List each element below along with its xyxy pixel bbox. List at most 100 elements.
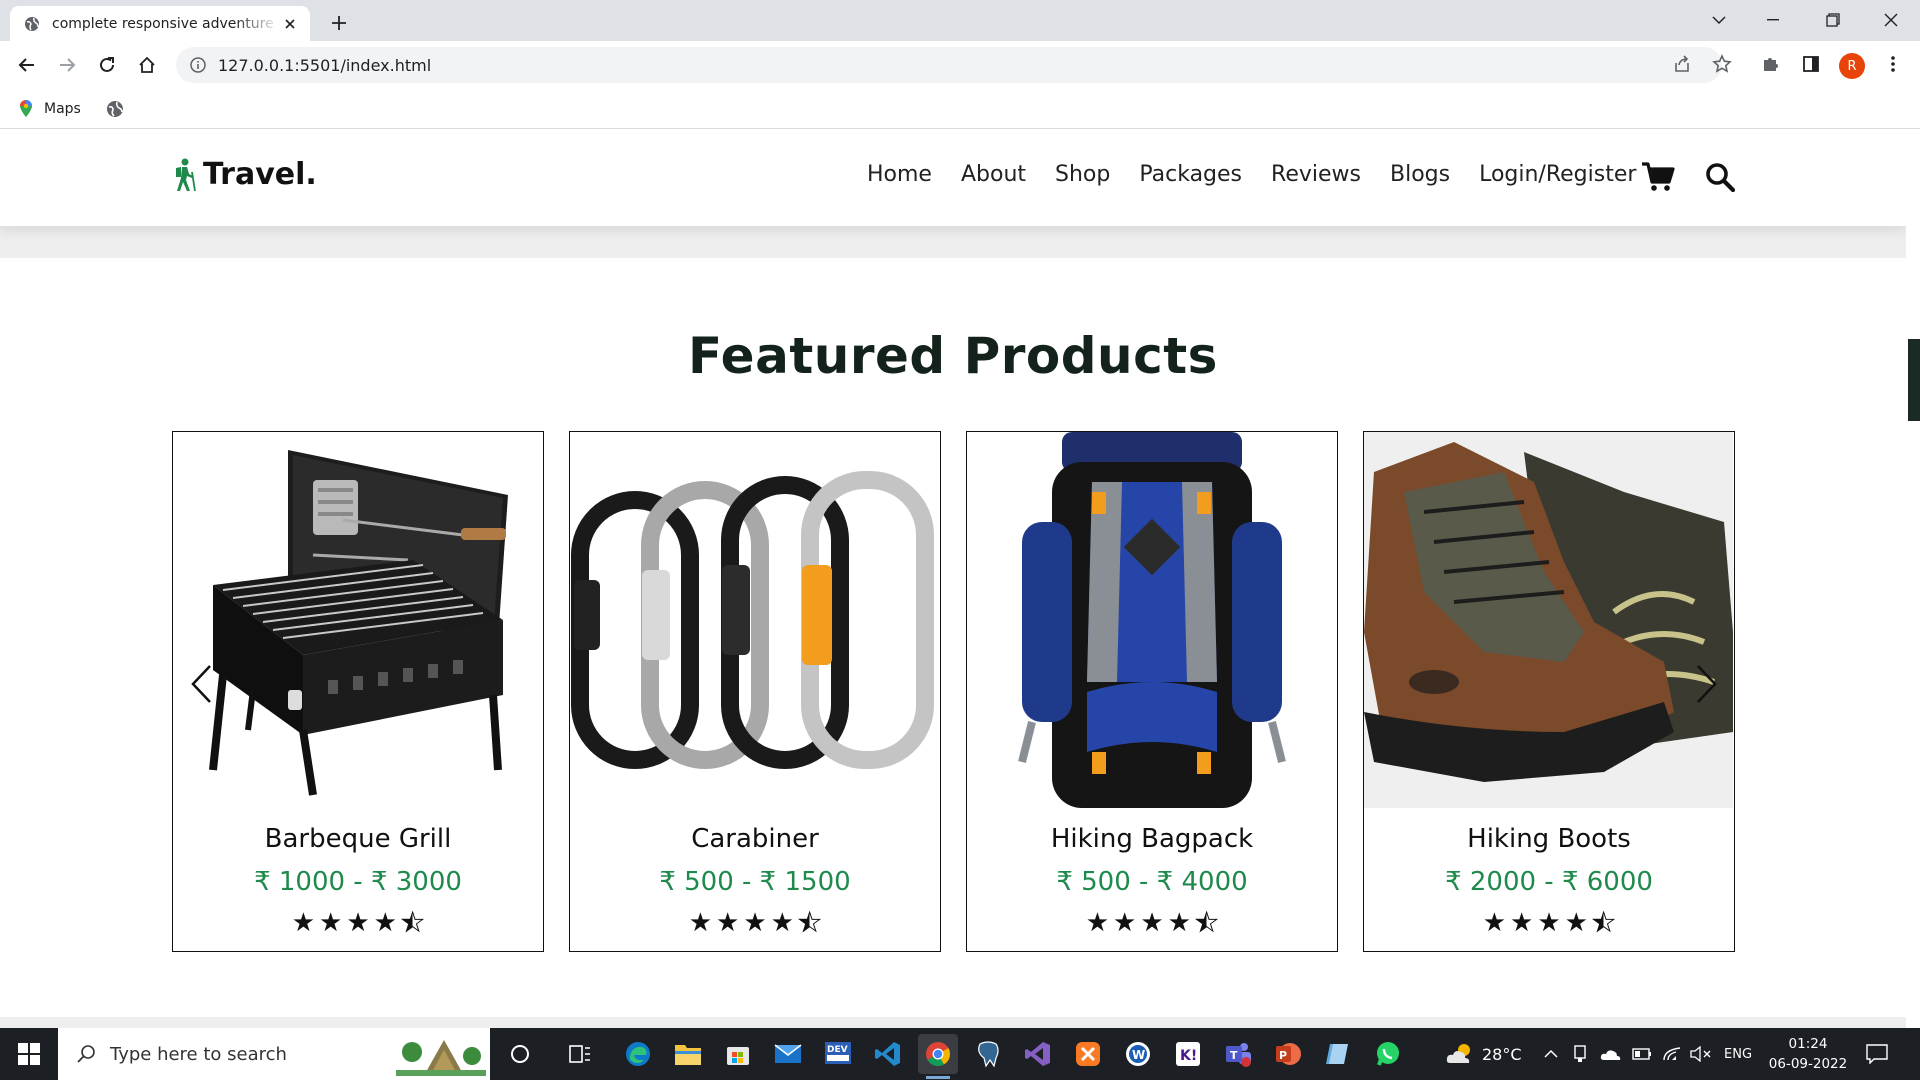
star-rating: ★ ★ ★ ★ ★ [173, 908, 543, 938]
microsoft-store-icon[interactable] [718, 1034, 758, 1074]
chrome-icon[interactable] [918, 1034, 958, 1079]
nav-home[interactable]: Home [867, 162, 932, 187]
nav-reviews[interactable]: Reviews [1271, 162, 1361, 187]
star-half-icon: ★ [1194, 908, 1219, 938]
taskbar-clock[interactable]: 01:24 06-09-2022 [1768, 1034, 1848, 1074]
new-tab-button[interactable] [325, 9, 353, 37]
kahoot-icon[interactable]: K! [1168, 1034, 1208, 1074]
address-bar[interactable]: 127.0.0.1:5501/index.html [176, 47, 1722, 83]
close-window-icon[interactable] [1868, 4, 1914, 36]
whatsapp-icon[interactable] [1368, 1034, 1408, 1074]
postgres-elephant-icon[interactable] [968, 1034, 1008, 1074]
product-card[interactable]: Hiking Bagpack ₹ 500 - ₹ 4000 ★ ★ ★ ★ ★ [966, 431, 1338, 952]
side-panel-icon[interactable] [1795, 48, 1827, 80]
clock-date: 06-09-2022 [1768, 1056, 1848, 1072]
bookmarks-bar: Maps [0, 89, 1920, 129]
onedrive-cloud-icon[interactable] [1600, 1028, 1622, 1080]
svg-text:T: T [1230, 1049, 1238, 1062]
restore-window-icon[interactable] [1810, 4, 1856, 36]
weather-widget[interactable]: 28°C [1446, 1028, 1522, 1080]
slider-next-arrow-icon[interactable] [1692, 659, 1722, 709]
notepad-icon[interactable] [1318, 1034, 1358, 1074]
share-icon[interactable] [1666, 48, 1698, 80]
battery-icon[interactable] [1632, 1028, 1652, 1080]
task-view-icon[interactable] [500, 1034, 540, 1074]
visual-studio-icon[interactable] [1018, 1034, 1058, 1074]
search-highlight-illustration-icon [396, 1040, 486, 1076]
carabiner-image [570, 432, 939, 808]
home-icon[interactable] [132, 50, 162, 80]
bookmark-star-icon[interactable] [1706, 48, 1738, 80]
file-explorer-icon[interactable] [668, 1034, 708, 1074]
mail-icon[interactable] [768, 1034, 808, 1074]
bookmark-label: Maps [44, 101, 81, 117]
site-info-icon[interactable] [190, 57, 206, 73]
windows-taskbar: Type here to search DEV W K! T P 28°C EN… [0, 1028, 1920, 1080]
star-half-icon: ★ [1591, 908, 1616, 938]
star-rating: ★ ★ ★ ★ ★ [967, 908, 1337, 938]
star-full-icon: ★ [1564, 908, 1588, 938]
bookmark-maps[interactable]: Maps [18, 97, 81, 121]
nav-shop[interactable]: Shop [1055, 162, 1110, 187]
volume-muted-icon[interactable] [1690, 1028, 1712, 1080]
star-full-icon: ★ [1085, 908, 1110, 938]
star-full-icon: ★ [716, 908, 740, 938]
product-price: ₹ 500 - ₹ 4000 [1056, 867, 1248, 897]
star-rating: ★ ★ ★ ★ ★ [570, 908, 940, 938]
extensions-puzzle-icon[interactable] [1755, 48, 1787, 80]
wifi-icon[interactable] [1662, 1028, 1682, 1080]
star-full-icon: ★ [770, 908, 794, 938]
usb-device-icon[interactable] [1572, 1028, 1588, 1080]
star-full-icon: ★ [1167, 908, 1191, 938]
product-card[interactable]: Barbeque Grill ₹ 1000 - ₹ 3000 ★ ★ ★ ★ ★ [172, 431, 544, 952]
edge-browser-icon[interactable] [618, 1034, 658, 1074]
section-title: Featured Products [688, 327, 1218, 385]
search-icon[interactable] [1702, 159, 1738, 195]
tab-search-chevron-icon[interactable] [1696, 4, 1742, 36]
weather-cloud-icon [1446, 1044, 1470, 1063]
svg-text:K!: K! [1180, 1048, 1197, 1064]
tab-title: complete responsive adventure & travel [52, 15, 280, 32]
product-price: ₹ 2000 - ₹ 6000 [1445, 867, 1653, 897]
nav-blogs[interactable]: Blogs [1390, 162, 1450, 187]
star-full-icon: ★ [373, 908, 397, 938]
app-circle-w-icon[interactable]: W [1118, 1034, 1158, 1074]
tray-overflow-icon[interactable] [1544, 1028, 1558, 1080]
windows-start-icon[interactable] [0, 1028, 58, 1080]
globe-icon [25, 16, 39, 31]
star-full-icon: ★ [688, 908, 713, 938]
profile-avatar[interactable]: R [1839, 53, 1865, 79]
close-tab-icon[interactable] [280, 14, 300, 34]
product-name: Barbeque Grill [264, 824, 452, 854]
bookmark-globe-icon[interactable] [106, 97, 124, 121]
notification-center-icon[interactable] [1866, 1028, 1888, 1080]
product-card[interactable]: Carabiner ₹ 500 - ₹ 1500 ★ ★ ★ ★ ★ [569, 431, 941, 952]
reload-icon[interactable] [92, 50, 122, 80]
backpack-image [967, 432, 1336, 808]
star-full-icon: ★ [1537, 908, 1561, 938]
back-arrow-icon[interactable] [12, 50, 42, 80]
hiker-icon [176, 158, 196, 191]
taskbar-search-box[interactable]: Type here to search [58, 1028, 490, 1080]
vscode-icon[interactable] [868, 1034, 908, 1074]
powerpoint-icon[interactable]: P [1268, 1034, 1308, 1074]
input-language[interactable]: ENG [1724, 1028, 1752, 1080]
widgets-icon[interactable] [560, 1034, 600, 1074]
slider-prev-arrow-icon[interactable] [186, 659, 216, 709]
browser-menu-icon[interactable] [1877, 48, 1909, 80]
nav-login-register[interactable]: Login/Register [1479, 162, 1636, 187]
nav-packages[interactable]: Packages [1139, 162, 1242, 187]
star-full-icon: ★ [319, 908, 343, 938]
site-logo[interactable]: Travel. [171, 157, 317, 192]
section-divider [0, 226, 1906, 258]
xampp-icon[interactable] [1068, 1034, 1108, 1074]
cart-icon[interactable] [1640, 159, 1676, 195]
clock-time: 01:24 [1788, 1036, 1828, 1052]
forward-arrow-icon[interactable] [52, 50, 82, 80]
browser-tab[interactable]: complete responsive adventure & travel [10, 6, 310, 41]
teams-icon[interactable]: T [1218, 1034, 1258, 1074]
product-card[interactable]: Hiking Boots ₹ 2000 - ₹ 6000 ★ ★ ★ ★ ★ [1363, 431, 1735, 952]
dev-home-icon[interactable]: DEV [818, 1034, 858, 1074]
nav-about[interactable]: About [961, 162, 1026, 187]
minimize-window-icon[interactable] [1750, 4, 1796, 36]
